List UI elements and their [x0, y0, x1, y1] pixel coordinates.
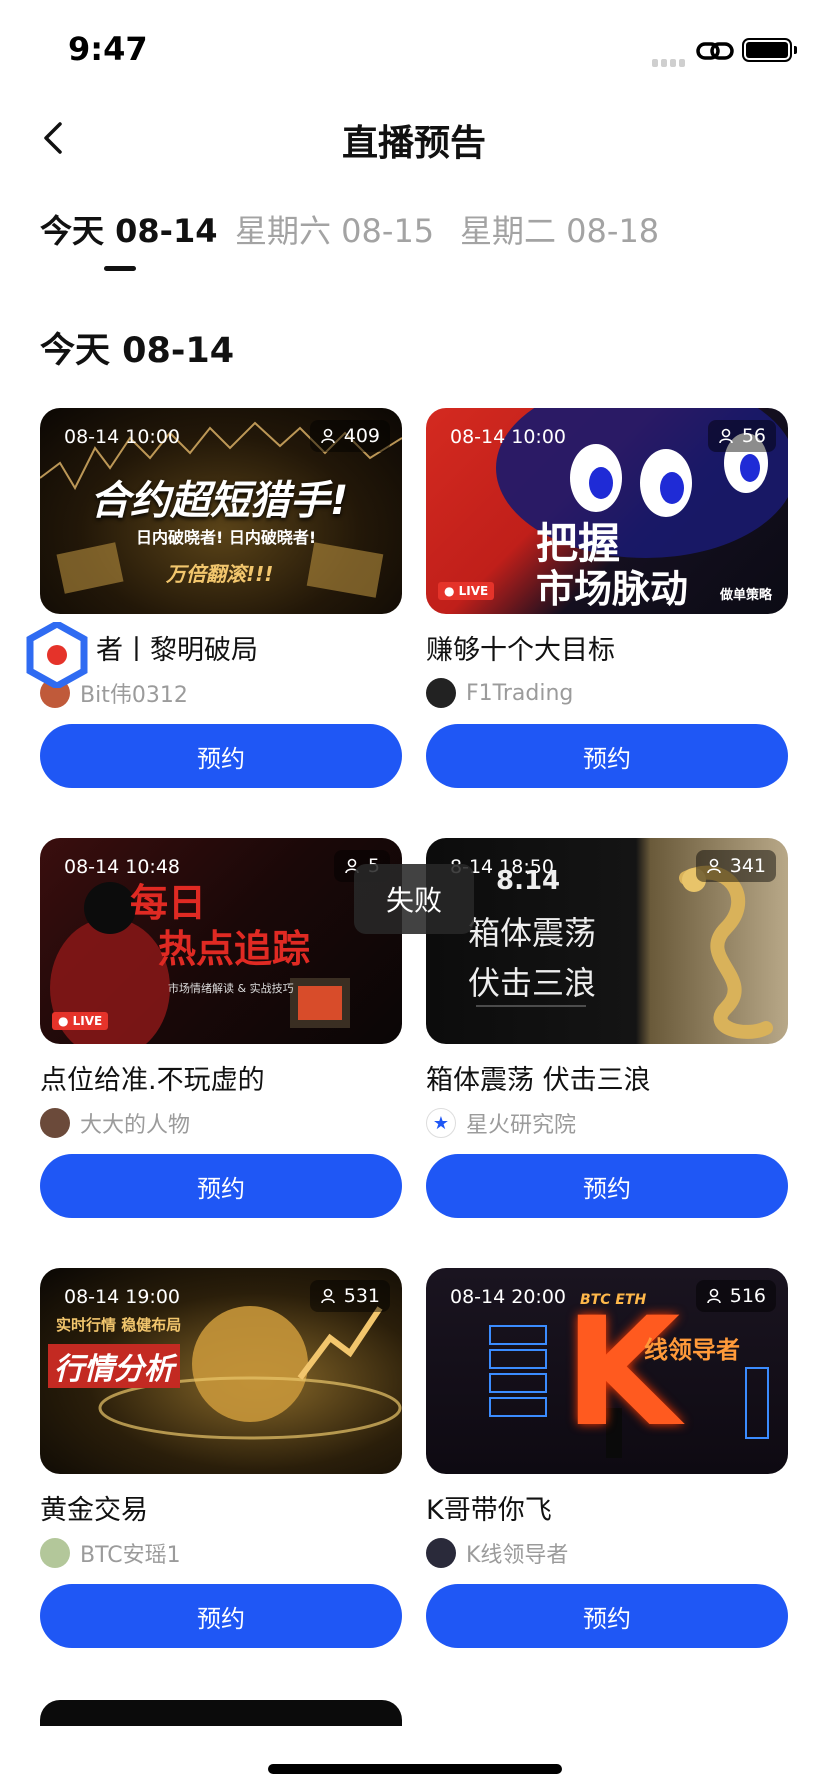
card-title[interactable]: 箱体震荡 伏击三浪	[426, 1058, 788, 1094]
card-author[interactable]: Bit伟0312	[40, 676, 402, 710]
thumb-subhead: 实时行情 稳健布局	[56, 1316, 182, 1334]
thumb-subhead: 市场脉动	[536, 567, 689, 611]
viewer-icon	[320, 1288, 335, 1304]
card-thumbnail[interactable]: 08-14 10:48 5 每日 热点追踪 市场情绪解读 & 实战技巧 ● LI…	[40, 838, 402, 1044]
thumb-subhead: 线领导者	[644, 1336, 740, 1364]
viewer-count: 409	[309, 420, 390, 452]
reserve-button[interactable]: 预约	[40, 1154, 402, 1218]
star-avatar-icon: ★	[426, 1108, 456, 1138]
live-card[interactable]: 08-14 10:48 5 每日 热点追踪 市场情绪解读 & 实战技巧 ● LI…	[40, 838, 402, 1218]
reserve-button[interactable]: 预约	[426, 724, 788, 788]
card-datetime: 08-14 20:00	[450, 1286, 567, 1308]
live-card[interactable]: 08-14 20:00 516 K 线领导者 BTC ETH K哥带你飞 K线领…	[426, 1268, 788, 1648]
status-time: 9:47	[68, 30, 148, 68]
card-thumbnail[interactable]: 08-14 19:00 531 实时行情 稳健布局 行情分析	[40, 1268, 402, 1474]
avatar	[40, 1108, 70, 1138]
thumb-tagline: 万倍翻滚!!!	[166, 562, 274, 586]
viewer-count: 516	[695, 1280, 776, 1312]
live-card-partial[interactable]	[40, 1700, 402, 1726]
card-datetime: 08-14 10:00	[450, 426, 567, 448]
card-thumbnail[interactable]: 08-14 10:00 409 合约超短猎手! 日内破晓者! 日内破晓者! 万倍…	[40, 408, 402, 614]
thumb-subhead: 伏击三浪	[468, 964, 597, 1002]
home-indicator[interactable]	[268, 1764, 562, 1774]
author-name: K线领导者	[466, 1543, 569, 1568]
viewer-icon	[719, 428, 733, 444]
thumb-headline: K	[564, 1286, 681, 1460]
card-title[interactable]: 者丨黎明破局	[40, 628, 402, 664]
link-icon	[696, 42, 734, 60]
bottom-area	[0, 1726, 828, 1792]
tab-tuesday[interactable]: 星期二 08-18	[460, 206, 659, 252]
thumb-tagline: 市场情绪解读 & 实战技巧	[168, 982, 294, 995]
author-name: Bit伟0312	[80, 683, 188, 708]
thumb-headline: 合约超短猎手!	[90, 478, 349, 524]
reserve-button[interactable]: 预约	[40, 724, 402, 788]
card-datetime: 08-14 10:00	[64, 426, 181, 448]
status-bar: 9:47	[0, 0, 828, 100]
thumb-subhead: 日内破晓者! 日内破晓者!	[136, 528, 317, 547]
avatar	[426, 1538, 456, 1568]
author-name: 星火研究院	[466, 1113, 577, 1138]
card-author[interactable]: ★ 星火研究院	[426, 1106, 788, 1140]
card-thumbnail[interactable]: 8-14 18:50 341 箱体震荡 伏击三浪 8.14	[426, 838, 788, 1044]
tab-today[interactable]: 今天 08-14	[40, 206, 218, 252]
reserve-button[interactable]: 预约	[426, 1584, 788, 1648]
thumb-tagline: BTC ETH	[580, 1292, 647, 1308]
card-author[interactable]: BTC安瑶1	[40, 1536, 402, 1570]
viewer-count: 341	[695, 850, 776, 882]
viewer-icon	[706, 858, 721, 874]
error-toast: 失败	[354, 864, 474, 934]
live-card[interactable]: 08-14 10:00 409 合约超短猎手! 日内破晓者! 日内破晓者! 万倍…	[40, 408, 402, 788]
viewer-icon	[706, 1288, 721, 1304]
live-badge: ● LIVE	[438, 582, 495, 600]
card-author[interactable]: K线领导者	[426, 1536, 788, 1570]
author-name: BTC安瑶1	[80, 1543, 181, 1568]
page-title: 直播预告	[341, 123, 486, 164]
tab-indicator	[104, 266, 136, 271]
author-name: 大大的人物	[80, 1113, 191, 1138]
author-name: F1Trading	[466, 680, 574, 706]
live-card[interactable]: 08-14 19:00 531 实时行情 稳健布局 行情分析 黄金交易 BTC安…	[40, 1268, 402, 1648]
section-title: 今天 08-14	[40, 331, 235, 371]
thumb-headline: 箱体震荡	[468, 914, 597, 952]
viewer-count: 531	[309, 1280, 390, 1312]
card-author[interactable]: F1Trading	[426, 676, 788, 710]
reserve-button[interactable]: 预约	[40, 1584, 402, 1648]
thumb-headline: 行情分析	[48, 1344, 180, 1388]
card-title[interactable]: K哥带你飞	[426, 1488, 788, 1524]
card-title[interactable]: 点位给准.不玩虚的	[40, 1058, 402, 1094]
live-card[interactable]: 8-14 18:50 341 箱体震荡 伏击三浪 8.14 箱体震荡 伏击三浪 …	[426, 838, 788, 1218]
viewer-count: 56	[707, 420, 776, 452]
live-card[interactable]: 08-14 10:00 56 把握 市场脉动 做单策略 ● LIVE 赚够十个大…	[426, 408, 788, 788]
card-thumbnail[interactable]: 08-14 10:00 56 把握 市场脉动 做单策略 ● LIVE	[426, 408, 788, 614]
card-datetime: 08-14 19:00	[64, 1286, 181, 1308]
card-thumbnail[interactable]: 08-14 20:00 516 K 线领导者 BTC ETH	[426, 1268, 788, 1474]
card-title[interactable]: 赚够十个大目标	[426, 628, 788, 664]
reserve-button[interactable]: 预约	[426, 1154, 788, 1218]
avatar	[426, 678, 456, 708]
live-badge: ● LIVE	[52, 1012, 109, 1030]
floating-logo-icon[interactable]	[24, 622, 90, 688]
card-author[interactable]: 大大的人物	[40, 1106, 402, 1140]
battery-icon	[742, 38, 797, 62]
thumb-subhead: 热点追踪	[158, 927, 311, 971]
thumb-tagline: 做单策略	[720, 588, 773, 603]
viewer-icon	[320, 428, 335, 444]
card-title[interactable]: 黄金交易	[40, 1488, 402, 1524]
avatar	[40, 1538, 70, 1568]
date-tabs: 今天 08-14 星期六 08-15 星期二 08-18	[40, 206, 800, 266]
signal-icon	[652, 52, 692, 67]
tab-saturday[interactable]: 星期六 08-15	[235, 206, 434, 252]
thumb-tagline: 8.14	[496, 866, 561, 896]
